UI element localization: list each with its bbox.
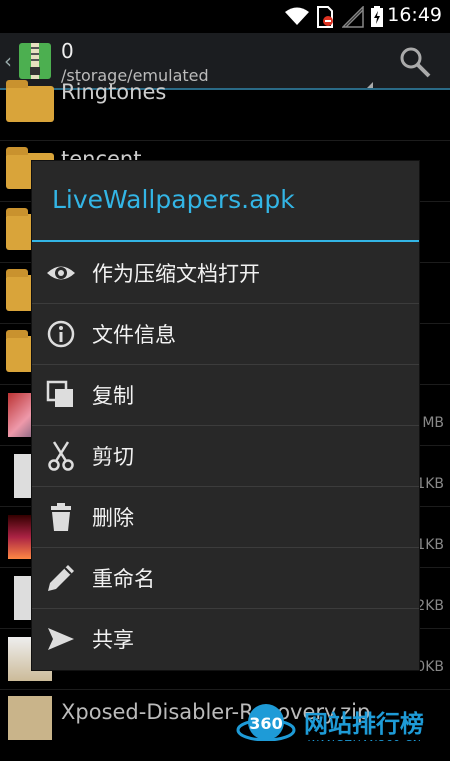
watermark-text: 网站排行榜 xyxy=(304,710,424,738)
copy-icon xyxy=(46,380,73,407)
eye-icon xyxy=(47,266,75,280)
file-size: 2KB xyxy=(416,598,444,614)
status-bar: 16:49 xyxy=(0,0,450,33)
menu-item-cut[interactable]: 剪切 xyxy=(32,425,419,487)
file-size: MB xyxy=(422,415,444,431)
folder-title: 0 xyxy=(61,39,74,63)
menu-item-open-as-archive[interactable]: 作为压缩文档打开 xyxy=(32,242,419,304)
signal-icon xyxy=(342,6,364,28)
file-name: Ringtones xyxy=(61,80,167,104)
menu-item-label: 删除 xyxy=(92,506,134,530)
menu-item-label: 文件信息 xyxy=(92,323,176,347)
dialog-title: LiveWallpapers.apk xyxy=(52,185,295,214)
folder-icon xyxy=(6,80,54,122)
menu-item-label: 共享 xyxy=(92,628,134,652)
zip-archive-app-icon[interactable] xyxy=(17,41,53,81)
no-sim-icon xyxy=(317,6,333,28)
search-icon[interactable] xyxy=(398,45,432,79)
info-icon xyxy=(47,320,75,348)
scissors-icon xyxy=(48,441,74,471)
zip-file-icon xyxy=(8,696,52,740)
trash-icon xyxy=(51,503,71,531)
menu-item-label: 作为压缩文档打开 xyxy=(92,262,260,286)
file-size: 1KB xyxy=(416,537,444,553)
battery-charging-icon xyxy=(371,6,383,27)
list-item[interactable]: Ringtones xyxy=(0,80,450,141)
menu-item-share[interactable]: 共享 xyxy=(32,608,419,669)
navigation-bar xyxy=(0,741,450,761)
menu-item-delete[interactable]: 删除 xyxy=(32,486,419,548)
back-chevron-icon[interactable]: ‹ xyxy=(4,49,12,73)
svg-text:360: 360 xyxy=(249,714,282,733)
menu-item-label: 复制 xyxy=(92,384,134,408)
menu-item-rename[interactable]: 重命名 xyxy=(32,547,419,609)
clock: 16:49 xyxy=(387,4,442,26)
wifi-icon xyxy=(285,7,309,25)
share-icon xyxy=(48,628,74,650)
file-size: 1KB xyxy=(416,476,444,492)
menu-item-label: 剪切 xyxy=(92,445,134,469)
context-menu-dialog: LiveWallpapers.apk 作为压缩文档打开 文件信息 复制 剪切 删… xyxy=(32,161,419,670)
menu-item-label: 重命名 xyxy=(92,567,155,591)
menu-item-copy[interactable]: 复制 xyxy=(32,364,419,426)
pencil-icon xyxy=(48,565,74,591)
menu-item-file-info[interactable]: 文件信息 xyxy=(32,303,419,365)
